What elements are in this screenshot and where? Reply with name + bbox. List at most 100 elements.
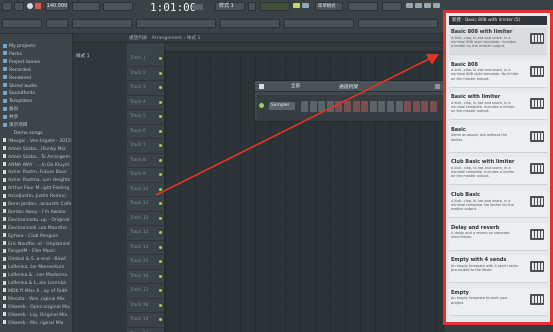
track-header[interactable]: Track 7 [127, 139, 165, 154]
metronome-group[interactable] [72, 2, 100, 11]
track-header[interactable]: Track 20 [127, 328, 165, 332]
tempo-display[interactable]: 140.000 [45, 2, 69, 11]
template-search-input[interactable]: 新建 - Basic 808 with limiter (5) [449, 16, 547, 25]
track-header[interactable]: Track 11 [127, 197, 165, 212]
browser-item[interactable]: Oliwerb - Mo..riginal Mix [0, 320, 73, 328]
step-button[interactable] [378, 101, 386, 112]
template-item[interactable]: Basic 808 A kick, clap, hi-hat and snare,… [449, 59, 547, 88]
toolbar-shortcuts[interactable] [220, 19, 280, 28]
track-mute-led-icon[interactable] [159, 231, 162, 234]
browser-item[interactable]: Project bones [0, 59, 73, 67]
browser-item[interactable]: Arthur Four M..ight Feeling [0, 185, 73, 193]
template-item[interactable]: Club Basic with limiter A kick, clap, hi-… [449, 157, 547, 186]
track-header[interactable]: Track 14 [127, 241, 165, 255]
track-mute-led-icon[interactable] [159, 274, 162, 278]
track-header[interactable]: Track 6 [127, 125, 165, 139]
browser-item[interactable]: Oliwerb - Opns.original Mix [0, 304, 73, 312]
snap-icon[interactable] [293, 3, 300, 8]
step-button[interactable] [369, 101, 377, 112]
track-mute-led-icon[interactable] [159, 318, 162, 321]
view-mode-label[interactable]: 简单模式 [315, 2, 343, 11]
template-item[interactable]: Empty with 4 sends An empty template with… [449, 255, 547, 284]
track-mute-led-icon[interactable] [159, 129, 162, 133]
browser-item[interactable]: 共享 [0, 114, 73, 122]
channel-button[interactable]: Sampler [269, 102, 295, 110]
browser-item[interactable]: Demo songs [0, 130, 73, 138]
browser-item[interactable]: 备份 [0, 106, 73, 114]
step-button[interactable] [395, 101, 403, 112]
pattern-selector[interactable]: 样式 1 [215, 2, 245, 11]
track-header[interactable]: Track 17 [127, 284, 165, 299]
browser-item[interactable]: !Nexgic - Ven.Ingate - 2015 [0, 138, 73, 146]
channel-rack-icon[interactable] [424, 3, 431, 8]
step-button[interactable] [352, 101, 360, 112]
track-header[interactable]: Track 18 [127, 299, 165, 313]
step-button[interactable] [301, 101, 308, 112]
browser-item[interactable]: Ephixa - Club Penguin [0, 233, 73, 241]
browser-item[interactable]: Eric Nouffer..el - Unplained [0, 241, 73, 249]
toolbar-panels[interactable] [284, 19, 354, 28]
browser-item[interactable]: Adam Szabo...To Arrangem [0, 154, 73, 162]
track-mute-led-icon[interactable] [159, 158, 162, 162]
track-mute-led-icon[interactable] [159, 144, 162, 147]
step-button[interactable] [309, 101, 317, 112]
track-header[interactable]: Track 15 [127, 255, 165, 270]
pattern-song-toggle[interactable] [14, 2, 24, 11]
channel-rack-titlebar[interactable]: 全部 通道机架 [255, 81, 445, 92]
browser-item[interactable]: Bombs Away - I'm Awake [0, 209, 73, 217]
track-mute-led-icon[interactable] [159, 173, 162, 176]
track-mute-led-icon[interactable] [159, 71, 162, 75]
track-mute-led-icon[interactable] [159, 86, 162, 89]
close-icon[interactable] [435, 84, 440, 89]
step-button[interactable] [335, 101, 343, 112]
browser-item[interactable]: Gimbal & S..a-end - Bawf [0, 256, 73, 264]
step-button[interactable] [421, 101, 429, 112]
browser-item[interactable]: Electroncodu..up - Original [0, 217, 73, 225]
record-options[interactable] [103, 2, 133, 11]
template-item[interactable]: Basic Same as above, but without the limi… [449, 124, 547, 153]
step-button[interactable] [430, 101, 437, 112]
browser-item[interactable]: 演示项目 [0, 122, 73, 130]
browser-item[interactable]: LoRenka & ..ner Madonna [0, 272, 73, 280]
track-header[interactable]: Track 13 [127, 226, 165, 241]
step-button[interactable] [361, 101, 369, 112]
track-header[interactable]: Track 9 [127, 168, 165, 183]
track-header[interactable]: Track 3 [127, 81, 165, 96]
track-mute-led-icon[interactable] [159, 115, 162, 118]
browser-item[interactable]: ANNA WAY - ...In De Kluyst [0, 162, 73, 170]
browser-item[interactable]: Electroncodi..ula Manrtha [0, 225, 73, 233]
browser-item[interactable]: Templates [0, 98, 73, 106]
browser-item[interactable]: LoRenka & L..ale Lorenka [0, 280, 73, 288]
track-mute-led-icon[interactable] [159, 100, 162, 104]
browser-options[interactable] [46, 19, 68, 28]
mixer-icon[interactable] [433, 3, 440, 8]
browser-item[interactable]: MDK ft Miss A...ay of Faith [0, 288, 73, 296]
rack-menu-icon[interactable] [259, 84, 264, 89]
template-item[interactable]: Empty An empty template to start your pro… [449, 287, 547, 316]
browser-item[interactable]: Mosata - Wre..riginal Mix [0, 296, 73, 304]
pattern-item[interactable]: 样式 1 [76, 53, 90, 59]
browser-item[interactable]: Soundfonts [0, 90, 73, 98]
step-button[interactable] [318, 101, 326, 112]
browser-item[interactable]: LoRenka..tar Momentum [0, 264, 73, 272]
browser-item[interactable]: FangetM - Film Music [0, 248, 73, 256]
track-header[interactable]: Track 5 [127, 110, 165, 125]
browser-item[interactable]: Packs [0, 51, 73, 59]
step-button[interactable] [326, 101, 334, 112]
template-item[interactable]: Delay and reverb A delay and a reverb on … [449, 222, 547, 251]
browser-item[interactable]: Adam Szabo...(Funky Mix [0, 146, 73, 154]
browser-item[interactable]: Rendered [0, 75, 73, 83]
track-mute-led-icon[interactable] [159, 216, 162, 220]
track-mute-led-icon[interactable] [159, 260, 162, 263]
track-header[interactable]: Track 19 [127, 313, 165, 328]
browser-item[interactable]: Sliced audio [0, 83, 73, 91]
recent-files-bar[interactable] [136, 19, 216, 28]
typing-keyboard-icon[interactable] [302, 3, 309, 8]
play-button[interactable] [27, 3, 33, 9]
track-header[interactable]: Track 4 [127, 96, 165, 110]
track-mute-led-icon[interactable] [159, 202, 162, 205]
browser-item[interactable]: AscalJustin..Justin Remix) [0, 193, 73, 201]
add-pattern-button[interactable] [248, 2, 256, 11]
browser-item[interactable]: Benn Jordan...acoustic Cafe [0, 201, 73, 209]
toolbar-windows[interactable] [358, 19, 438, 28]
